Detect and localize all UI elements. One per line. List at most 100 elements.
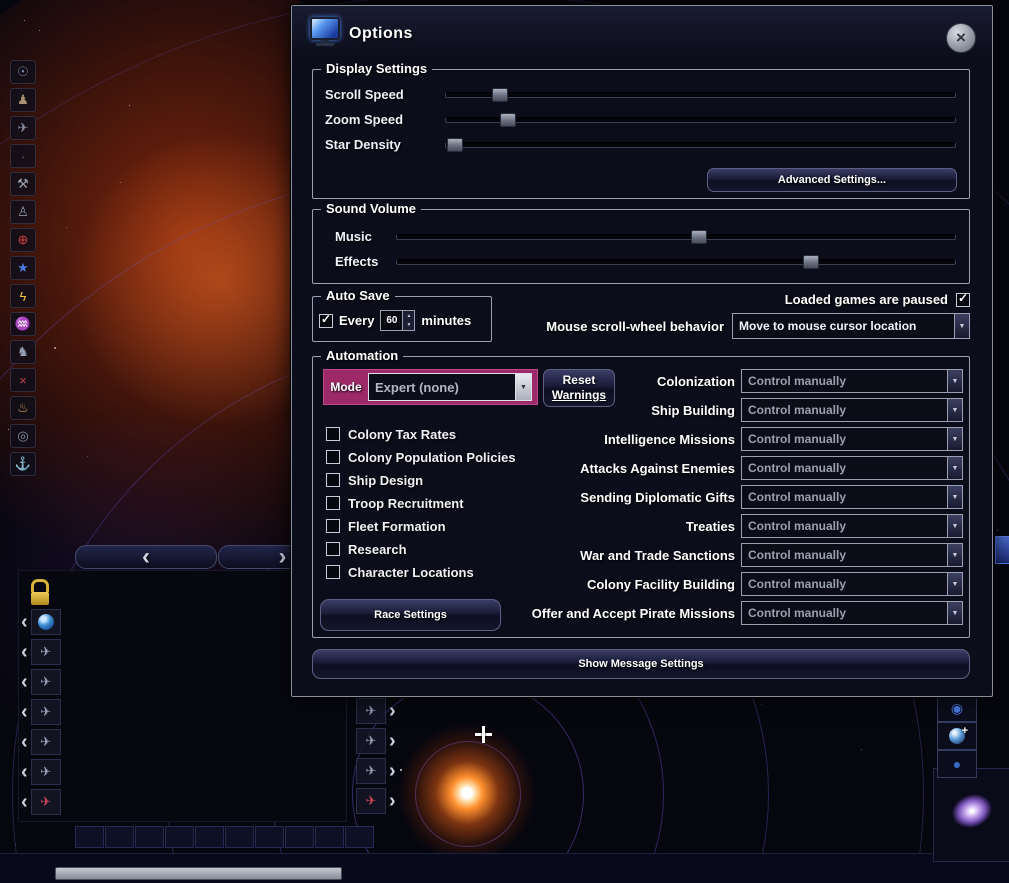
- chevron-left-icon[interactable]: [21, 762, 28, 782]
- ship-list-item[interactable]: ✈: [21, 729, 61, 755]
- bottom-scrollbar[interactable]: [55, 867, 342, 880]
- toolbar-slot[interactable]: [195, 826, 224, 848]
- spinner-down-icon[interactable]: [403, 320, 415, 330]
- hot-springs-icon[interactable]: ♨: [10, 396, 36, 420]
- lock-icon[interactable]: [29, 579, 51, 605]
- dropdown-arrow-icon[interactable]: [947, 515, 962, 537]
- dropdown-arrow-icon[interactable]: [954, 314, 969, 338]
- chevron-left-icon[interactable]: [21, 612, 28, 632]
- toolbar-slot[interactable]: [165, 826, 194, 848]
- dropdown-arrow-icon[interactable]: [947, 457, 962, 479]
- close-button[interactable]: [946, 23, 976, 53]
- slider-handle[interactable]: [802, 254, 819, 269]
- dropdown-arrow-icon[interactable]: [947, 428, 962, 450]
- crew-icon[interactable]: ♞: [10, 340, 36, 364]
- prev-button[interactable]: [75, 545, 217, 569]
- battle-icon[interactable]: ×: [10, 368, 36, 392]
- ship-building-dropdown[interactable]: Control manually: [741, 398, 963, 422]
- anchor-icon[interactable]: ⚓: [10, 452, 36, 476]
- loaded-games-paused-checkbox[interactable]: [956, 291, 970, 307]
- colony-facility-building-dropdown[interactable]: Control manually: [741, 572, 963, 596]
- zoom-speed-slider[interactable]: [445, 112, 956, 127]
- slider-handle[interactable]: [492, 87, 509, 102]
- ship-icon[interactable]: ✈: [10, 116, 36, 140]
- fleet-item[interactable]: ✈: [356, 758, 396, 784]
- chevron-left-icon[interactable]: [21, 702, 28, 722]
- galaxy-icon: ☉: [17, 64, 29, 79]
- game-screen: ☉ ♟ ✈ ∙ ⚒ ♙ ⊕ ★ ϟ ♒ ♞ × ♨ ◎ ⚓ ✈ ✈ ✈ ✈ ✈ ✈ ✈ ✈ ✈ ✈ Options: [0, 0, 1009, 883]
- pawn-icon[interactable]: ♙: [10, 200, 36, 224]
- dropdown-arrow-icon[interactable]: [947, 544, 962, 566]
- ship-list-item[interactable]: ✈: [21, 669, 61, 695]
- ship-list-item[interactable]: ✈: [21, 789, 61, 815]
- dropdown-arrow-icon[interactable]: [947, 573, 962, 595]
- toolbar-slot[interactable]: [315, 826, 344, 848]
- slider-handle[interactable]: [446, 137, 463, 152]
- dot-icon[interactable]: ∙: [10, 144, 36, 168]
- dropdown-arrow-icon[interactable]: [947, 399, 962, 421]
- toolbar-slot[interactable]: [75, 826, 104, 848]
- minimap-panel[interactable]: [933, 768, 1009, 862]
- autosave-interval-spinner[interactable]: 60: [380, 310, 416, 331]
- intelligence-missions-dropdown[interactable]: Control manually: [741, 427, 963, 451]
- advanced-settings-button[interactable]: Advanced Settings...: [707, 168, 957, 192]
- fleet-item[interactable]: ✈: [356, 698, 396, 724]
- fleet-item[interactable]: ✈: [356, 728, 396, 754]
- chevron-left-icon[interactable]: [21, 642, 28, 662]
- sending-diplomatic-gifts-dropdown[interactable]: Control manually: [741, 485, 963, 509]
- mouse-cursor: [475, 726, 492, 743]
- show-message-settings-button[interactable]: Show Message Settings: [312, 649, 970, 679]
- chevron-right-icon[interactable]: [389, 761, 396, 781]
- toolbar-slot[interactable]: [345, 826, 374, 848]
- treaties-dropdown[interactable]: Control manually: [741, 514, 963, 538]
- toolbar-slot[interactable]: [105, 826, 134, 848]
- ship-list-item[interactable]: ✈: [21, 639, 61, 665]
- effects-slider[interactable]: [396, 254, 956, 269]
- chevron-right-icon[interactable]: [389, 701, 396, 721]
- chevron-right-icon[interactable]: [389, 791, 396, 811]
- mouse-wheel-dropdown[interactable]: Move to mouse cursor location: [732, 313, 970, 339]
- orbit-icon[interactable]: ◎: [10, 424, 36, 448]
- slider-handle[interactable]: [500, 112, 517, 127]
- dropdown-arrow-icon[interactable]: [947, 602, 962, 624]
- leader-icon[interactable]: ♟: [10, 88, 36, 112]
- fleet-icon[interactable]: ♒: [10, 312, 36, 336]
- chevron-left-icon[interactable]: [21, 732, 28, 752]
- sphere-view-icon[interactable]: ●: [937, 750, 977, 778]
- tools-icon[interactable]: ⚒: [10, 172, 36, 196]
- toolbar-slot[interactable]: [135, 826, 164, 848]
- dropdown-value: Control manually: [748, 490, 847, 504]
- chevron-right-icon[interactable]: [389, 731, 396, 751]
- dialog-titlebar[interactable]: Options: [292, 6, 992, 58]
- spinner-up-icon[interactable]: [403, 311, 415, 321]
- lightning-icon[interactable]: ϟ: [10, 284, 36, 308]
- galaxy-icon[interactable]: ☉: [10, 60, 36, 84]
- war-and-trade-sanctions-dropdown[interactable]: Control manually: [741, 543, 963, 567]
- ship-list-item[interactable]: ✈: [21, 759, 61, 785]
- ship-list-item[interactable]: ✈: [21, 699, 61, 725]
- chevron-left-icon[interactable]: [21, 792, 28, 812]
- planet-focus-icon[interactable]: +: [937, 722, 977, 750]
- edge-icon[interactable]: [995, 536, 1009, 564]
- scroll-speed-slider[interactable]: [445, 87, 956, 102]
- offer-and-accept-pirate-missions-dropdown[interactable]: Control manually: [741, 601, 963, 625]
- star-icon[interactable]: ★: [10, 256, 36, 280]
- ship-icon: ✈: [30, 729, 61, 755]
- toolbar-slot[interactable]: [285, 826, 314, 848]
- toolbar-slot[interactable]: [255, 826, 284, 848]
- dropdown-arrow-icon[interactable]: [947, 486, 962, 508]
- dropdown-arrow-icon[interactable]: [947, 370, 962, 392]
- autosave-checkbox[interactable]: [319, 312, 333, 328]
- race-settings-button[interactable]: Race Settings: [320, 599, 501, 631]
- chevron-left-icon[interactable]: [21, 672, 28, 692]
- target-icon[interactable]: ⊕: [10, 228, 36, 252]
- slider-handle[interactable]: [691, 229, 708, 244]
- attacks-against-enemies-dropdown[interactable]: Control manually: [741, 456, 963, 480]
- star-density-slider[interactable]: [445, 137, 956, 152]
- toolbar-slot[interactable]: [225, 826, 254, 848]
- colonization-dropdown[interactable]: Control manually: [741, 369, 963, 393]
- ship-list-item[interactable]: [21, 609, 61, 635]
- fleet-item[interactable]: ✈: [356, 788, 396, 814]
- orbit-view-icon[interactable]: ◉: [937, 694, 977, 722]
- music-slider[interactable]: [396, 229, 956, 244]
